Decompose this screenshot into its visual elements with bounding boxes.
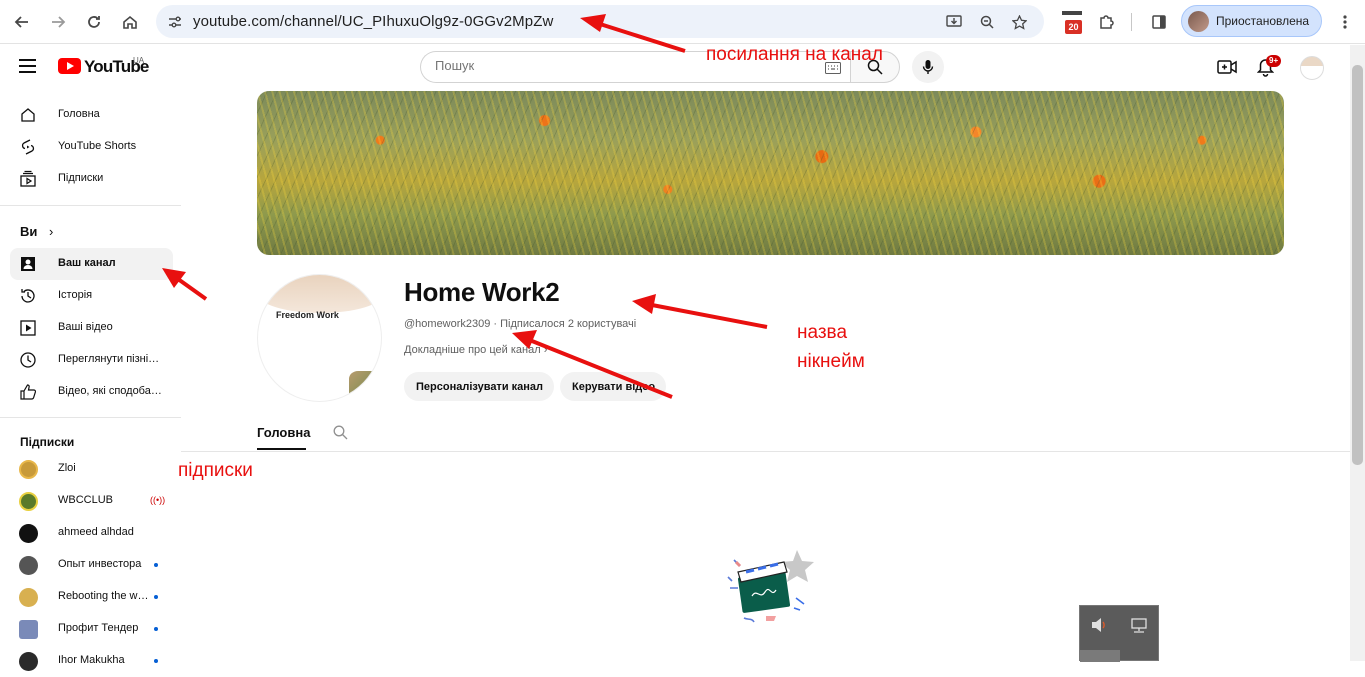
annotation-arrows [162, 14, 768, 399]
annotation-link: посилання на канал [706, 44, 883, 65]
annotation-subscriptions: підписки [178, 460, 253, 481]
annotation-nickname: нікнейм [797, 351, 865, 372]
annotation-name: назва [797, 322, 848, 343]
